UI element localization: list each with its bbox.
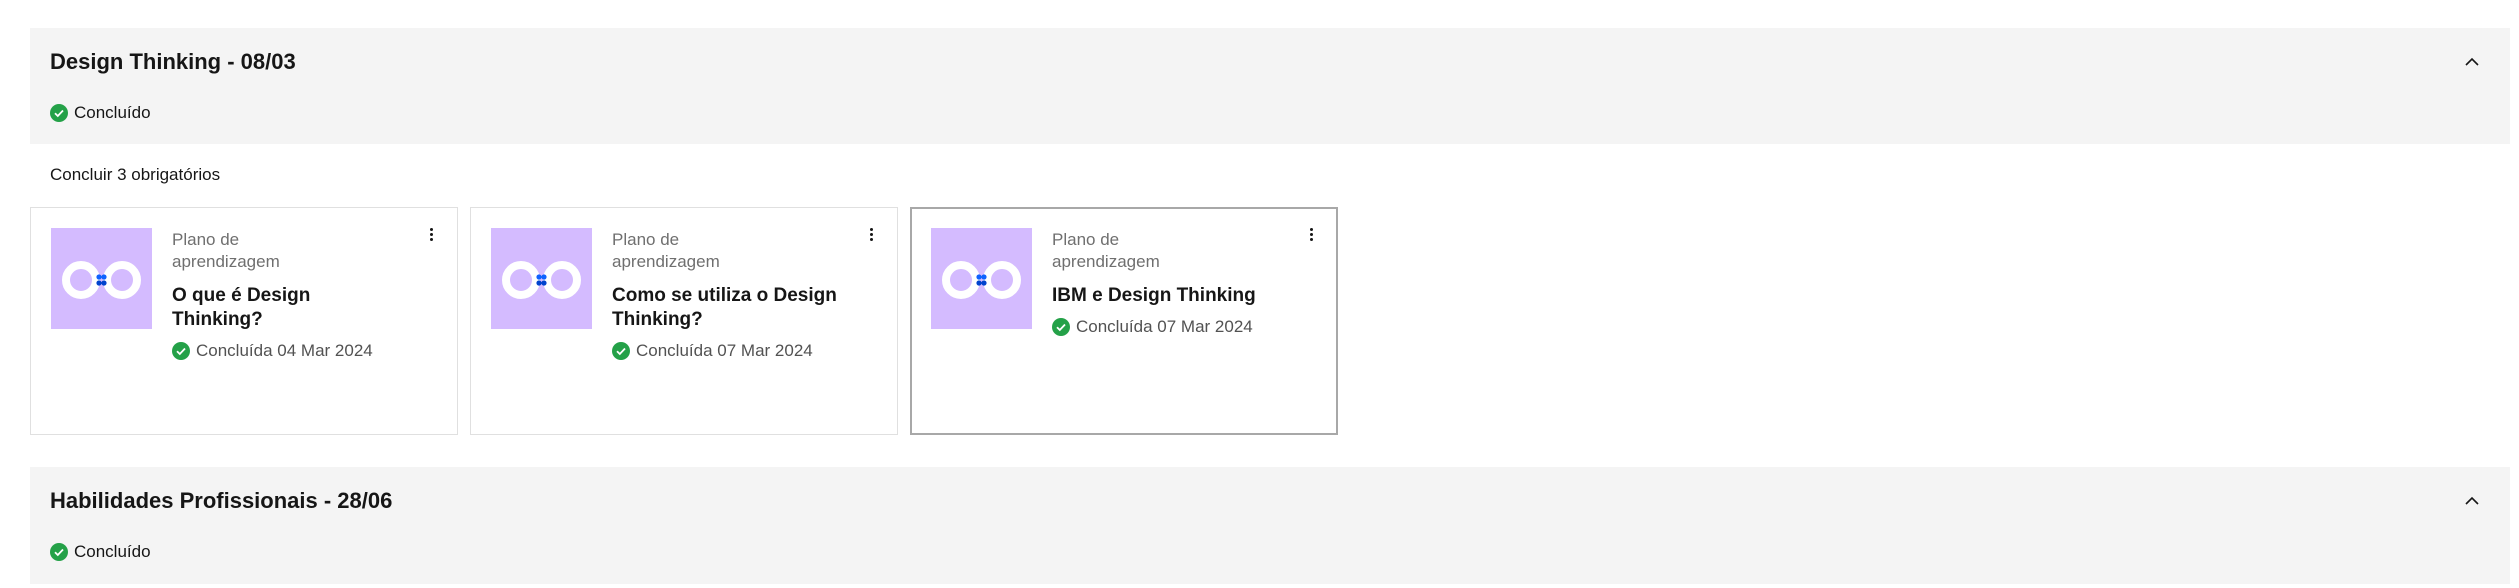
chevron-up-icon[interactable] [2460,50,2484,74]
section-design-thinking: Design Thinking - 08/03 Concluído [30,28,2510,144]
section-status-label: Concluído [74,542,151,561]
checkmark-filled-icon [50,543,68,561]
required-items-label: Concluir 3 obrigatórios [50,165,221,184]
card-completion-text: Concluída 07 Mar 2024 [1076,317,1253,336]
checkmark-filled-icon [612,342,630,360]
infinity-loop-icon [931,228,1032,329]
card-title[interactable]: O que é Design Thinking? [172,284,402,332]
overflow-menu-vertical-icon[interactable] [1301,224,1321,244]
chevron-up-icon[interactable] [2460,489,2484,513]
card-completion-status: Concluída 07 Mar 2024 [612,341,813,361]
section-title: Design Thinking - 08/03 [50,49,296,74]
learning-plan-card[interactable]: Plano de aprendizagem O que é Design Thi… [30,207,458,435]
overflow-menu-vertical-icon[interactable] [421,224,441,244]
section-title: Habilidades Profissionais - 28/06 [50,488,393,513]
section-status: Concluído [50,542,151,562]
card-type-label: Plano de aprendizagem [172,230,280,271]
infinity-loop-icon [51,228,152,329]
checkmark-filled-icon [50,104,68,122]
section-status-label: Concluído [74,103,151,122]
card-type-label: Plano de aprendizagem [1052,230,1160,271]
learning-plan-card[interactable]: Plano de aprendizagem IBM e Design Think… [910,207,1338,435]
infinity-loop-icon [491,228,592,329]
card-completion-status: Concluída 07 Mar 2024 [1052,317,1253,337]
section-status: Concluído [50,103,151,123]
checkmark-filled-icon [172,342,190,360]
overflow-menu-vertical-icon[interactable] [861,224,881,244]
learning-plan-card[interactable]: Plano de aprendizagem Como se utiliza o … [470,207,898,435]
checkmark-filled-icon [1052,318,1070,336]
section-habilidades-profissionais: Habilidades Profissionais - 28/06 Conclu… [30,467,2510,584]
card-title[interactable]: Como se utiliza o Design Thinking? [612,284,842,332]
card-completion-status: Concluída 04 Mar 2024 [172,341,373,361]
card-completion-text: Concluída 04 Mar 2024 [196,341,373,360]
card-type-label: Plano de aprendizagem [612,230,720,271]
card-completion-text: Concluída 07 Mar 2024 [636,341,813,360]
card-title[interactable]: IBM e Design Thinking [1052,284,1322,308]
